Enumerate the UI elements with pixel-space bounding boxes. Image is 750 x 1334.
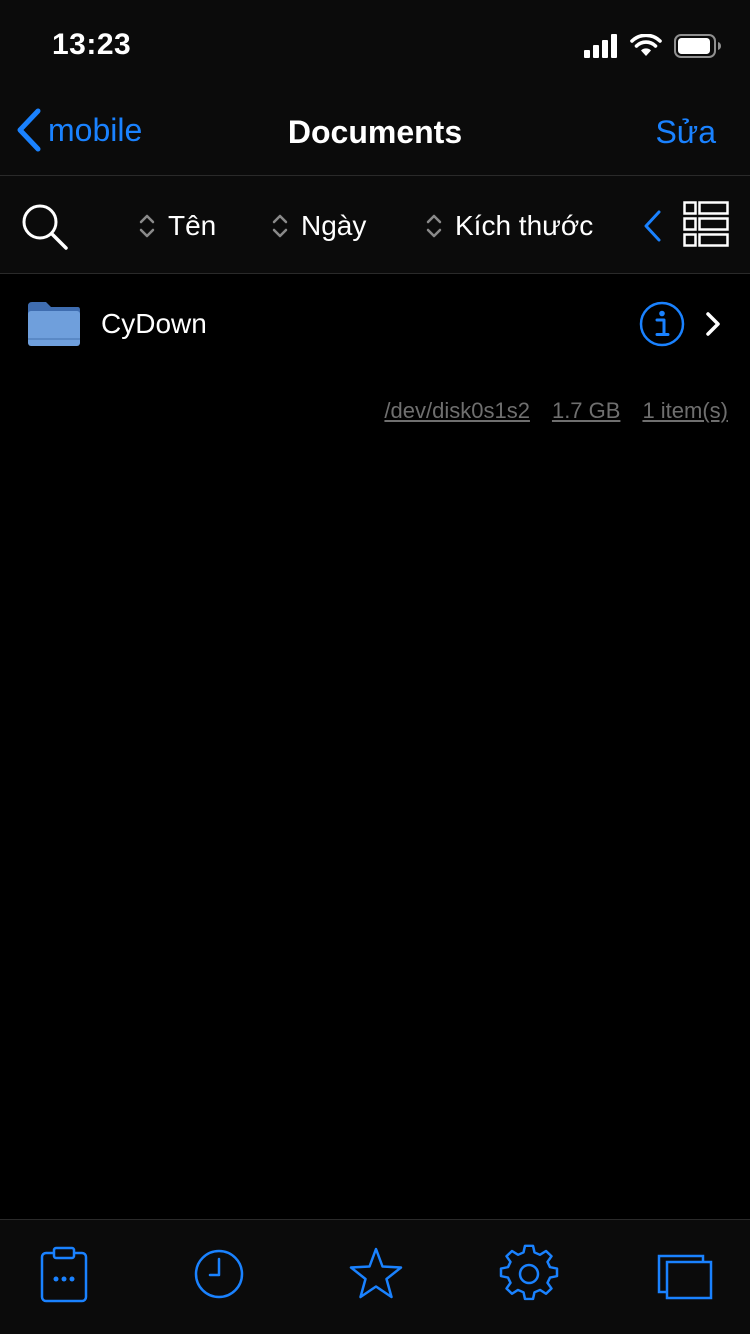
sort-arrows-icon <box>271 212 289 240</box>
star-icon <box>349 1247 403 1299</box>
page-title: Documents <box>287 114 463 150</box>
file-info-button[interactable] <box>639 301 685 347</box>
navigation-bar: mobile Documents Sửa <box>0 88 750 176</box>
sort-toolbar: Tên Ngày Kích thước <box>0 176 750 274</box>
sort-by-size-label: Kích thước <box>455 210 594 241</box>
sort-arrows-icon <box>138 212 156 240</box>
list-view-icon <box>683 201 729 247</box>
tab-recent[interactable] <box>189 1244 249 1304</box>
sort-by-date-label: Ngày <box>301 210 367 241</box>
wifi-icon <box>630 34 662 56</box>
battery-icon <box>674 34 721 58</box>
gear-icon <box>499 1244 559 1301</box>
sort-by-size-button[interactable]: Kích thước <box>425 206 593 246</box>
chevron-right-icon <box>706 312 720 336</box>
sort-arrows-icon <box>425 212 443 240</box>
info-icon <box>639 301 685 347</box>
clock-icon <box>194 1249 244 1299</box>
search-icon <box>22 204 68 250</box>
folder-icon <box>28 302 80 346</box>
status-icons <box>584 32 722 60</box>
tab-settings[interactable] <box>499 1244 559 1304</box>
status-bar: 13:23 <box>0 0 750 88</box>
windows-icon <box>657 1254 713 1300</box>
tab-windows[interactable] <box>656 1244 716 1304</box>
clipboard-icon <box>40 1246 88 1303</box>
collapse-sort-button[interactable] <box>640 206 664 246</box>
sort-by-name-label: Tên <box>168 210 217 241</box>
storage-info: /dev/disk0s1s2 1.7 GB 1 item(s) <box>384 398 728 424</box>
storage-size-link[interactable]: 1.7 GB <box>552 398 620 424</box>
list-view-toggle[interactable] <box>683 201 729 247</box>
edit-button[interactable]: Sửa <box>655 114 716 151</box>
device-path-link[interactable]: /dev/disk0s1s2 <box>384 398 530 424</box>
status-time: 13:23 <box>52 28 132 61</box>
tab-bar <box>0 1219 750 1334</box>
tab-favorites[interactable] <box>346 1244 406 1304</box>
file-row[interactable]: CyDown <box>0 274 750 374</box>
file-name: CyDown <box>101 308 207 339</box>
item-count-link[interactable]: 1 item(s) <box>642 398 728 424</box>
chevron-left-icon <box>644 210 661 242</box>
cellular-signal-icon <box>584 34 617 58</box>
search-button[interactable] <box>20 202 70 252</box>
tab-clipboard[interactable] <box>34 1244 94 1304</box>
sort-by-date-button[interactable]: Ngày <box>271 206 366 246</box>
sort-by-name-button[interactable]: Tên <box>138 206 216 246</box>
